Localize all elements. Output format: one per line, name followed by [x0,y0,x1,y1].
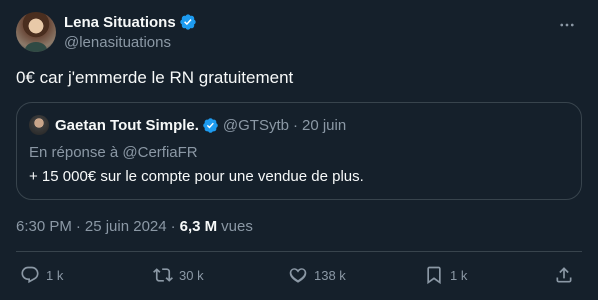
tweet-text: 0€ car j'emmerde le RN gratuitement [16,68,294,87]
quoted-avatar [29,115,49,135]
author-name-row: Lena Situations [64,12,197,32]
author-info: Lena Situations @lenasituations [64,12,197,53]
views-count[interactable]: 6,3 M [180,218,218,235]
retweet-button[interactable]: 30 k [153,265,204,285]
meta-separator: · [75,217,81,235]
divider [16,251,582,252]
quoted-header: Gaetan Tout Simple. @GTSytb · 20 juin [29,115,569,135]
retweet-icon [153,268,173,282]
verified-badge-icon [180,14,196,30]
heart-icon [289,268,307,283]
views-label: vues [221,217,253,235]
like-button[interactable]: 138 k [288,265,346,285]
bookmark-count: 1 k [450,267,468,283]
reply-count: 1 k [46,267,64,283]
author-display-name[interactable]: Lena Situations [64,14,176,31]
tweet-header: Lena Situations @lenasituations [16,10,582,58]
tweet-meta: 6:30 PM · 25 juin 2024 · 6,3 M vues [16,216,253,236]
quoted-text: + 15 000€ sur le compte pour une vendue … [29,168,364,185]
share-icon [556,267,572,283]
quoted-separator: · [292,116,298,134]
reply-button[interactable]: 1 k [20,265,63,285]
quoted-display-name: Gaetan Tout Simple. [55,116,199,134]
quoted-verified-badge-icon [203,117,218,133]
retweet-count: 30 k [179,267,204,283]
like-count: 138 k [314,267,346,283]
quoted-date: 20 juin [301,116,347,134]
tweet-card: Lena Situations @lenasituations 0€ car j… [0,0,598,300]
quoted-reply-to: En réponse à @CerfiaFR [29,144,198,161]
author-avatar[interactable] [16,12,56,52]
bookmark-icon [427,266,441,285]
meta-separator: · [170,217,176,235]
quoted-handle: @GTSytb [222,116,289,134]
more-options-icon[interactable] [556,14,578,36]
share-button[interactable] [554,265,574,285]
author-handle[interactable]: @lenasituations [64,33,197,53]
reply-icon [21,266,39,284]
tweet-date[interactable]: 25 juin 2024 [85,218,167,235]
tweet-time[interactable]: 6:30 PM [16,218,72,235]
quoted-tweet[interactable]: Gaetan Tout Simple. @GTSytb · 20 juin En… [16,102,582,200]
bookmark-button[interactable]: 1 k [424,265,467,285]
action-bar: 1 k 30 k 138 k 1 k [16,262,582,290]
